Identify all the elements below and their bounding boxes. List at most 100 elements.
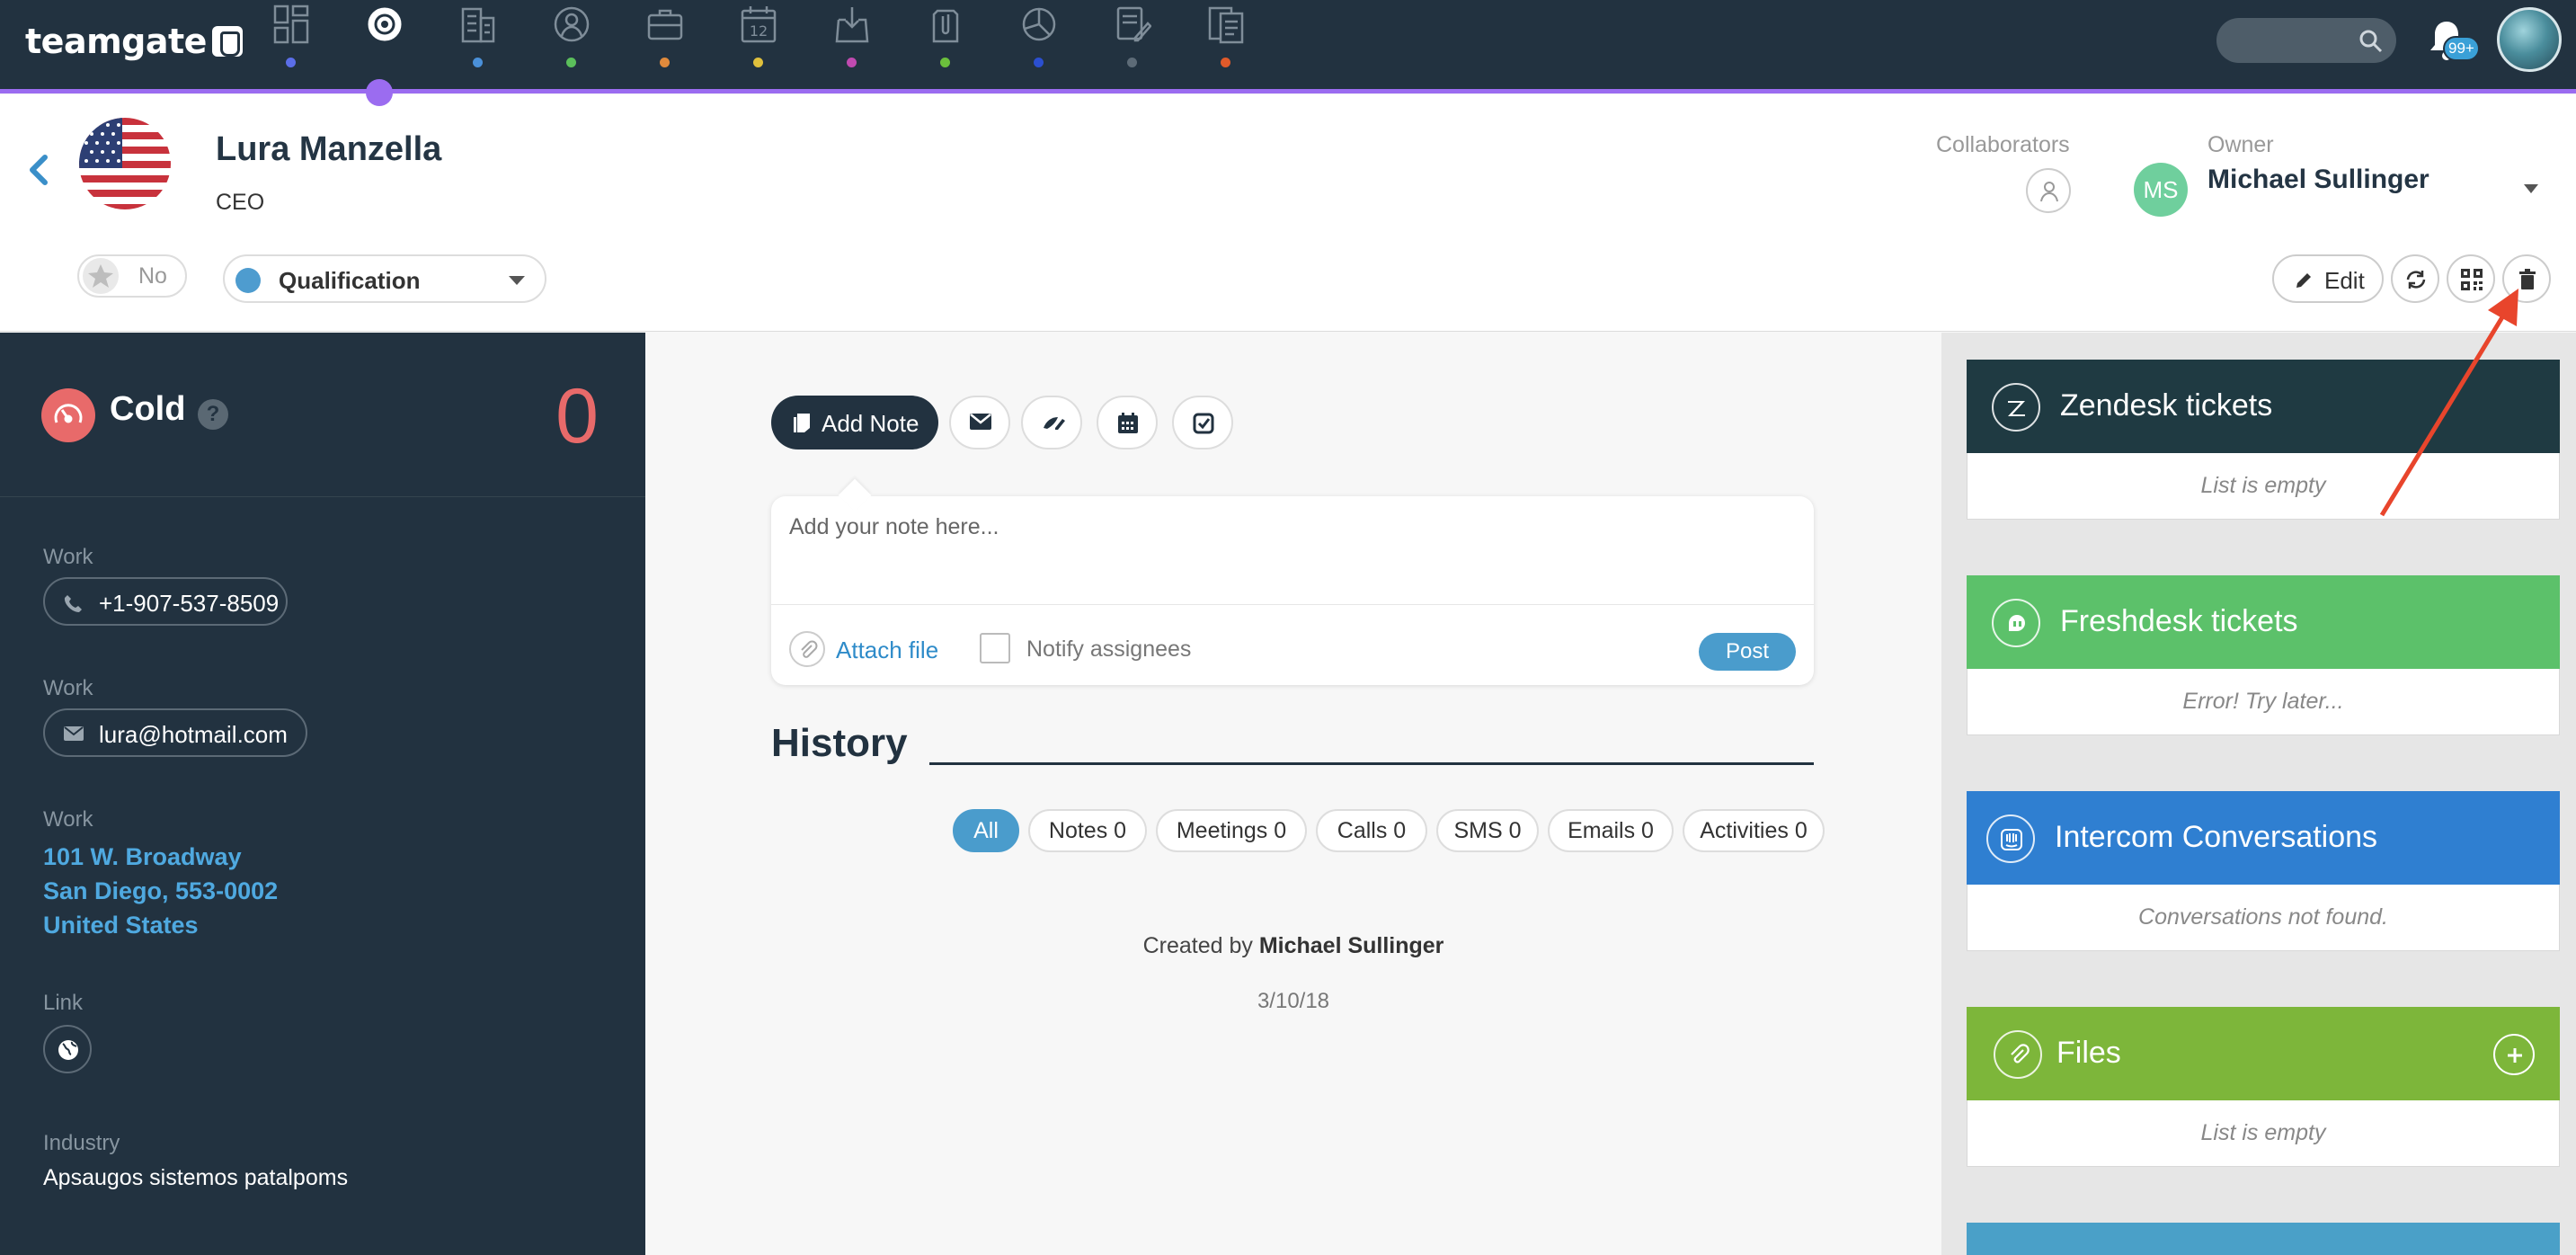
- attach-file-label: Attach file: [836, 636, 939, 663]
- active-module-indicator: [366, 79, 393, 106]
- sync-button[interactable]: [2391, 254, 2439, 303]
- mail-icon: [64, 726, 84, 741]
- post-button[interactable]: Post: [1699, 633, 1796, 671]
- stage-value: Qualification: [279, 267, 421, 294]
- delete-button[interactable]: [2502, 254, 2551, 303]
- filter-calls[interactable]: Calls 0: [1316, 809, 1427, 852]
- edit-button[interactable]: Edit: [2272, 254, 2384, 303]
- nav-companies[interactable]: [446, 0, 509, 90]
- nav-reports[interactable]: [1007, 0, 1070, 90]
- address-line: San Diego, 553-0002: [43, 877, 279, 904]
- star-icon: [83, 258, 119, 294]
- plus-icon: [2508, 1048, 2522, 1063]
- star-toggle[interactable]: No: [77, 254, 187, 298]
- contact-name: Lura Manzella: [216, 130, 442, 168]
- website-link-button[interactable]: [43, 1025, 92, 1073]
- nav-deals[interactable]: [633, 0, 696, 90]
- logo-hand-icon: [211, 26, 243, 57]
- freshdesk-widget-header[interactable]: Freshdesk tickets: [1967, 575, 2560, 669]
- globe-icon: [58, 1040, 78, 1060]
- add-task-button[interactable]: [1172, 396, 1233, 449]
- nav-inbox[interactable]: [820, 0, 883, 90]
- owner-dropdown-chevron-icon[interactable]: [2524, 184, 2538, 193]
- stage-select[interactable]: Qualification: [223, 254, 546, 303]
- activity-center: Add Note Attach file Notify assignees Po…: [645, 333, 1941, 1255]
- filter-all[interactable]: All: [953, 809, 1019, 852]
- nav-notes[interactable]: [1100, 0, 1163, 90]
- nav-dot: [940, 58, 950, 67]
- inbox-icon: [835, 7, 869, 43]
- history-title: History: [771, 721, 908, 765]
- zendesk-widget-header[interactable]: Zendesk tickets: [1967, 360, 2560, 453]
- note-textarea[interactable]: [789, 514, 1787, 577]
- mail-icon: [970, 414, 991, 430]
- address-link[interactable]: 101 W. Broadway San Diego, 553-0002 Unit…: [43, 840, 278, 942]
- svg-text:12: 12: [750, 22, 768, 40]
- add-note-button[interactable]: Add Note: [771, 396, 938, 449]
- filter-activities[interactable]: Activities 0: [1683, 809, 1825, 852]
- nav-dot: [286, 58, 296, 67]
- reports-pie-icon: [1022, 7, 1056, 41]
- stage-color-dot: [235, 268, 261, 293]
- log-call-button[interactable]: [1021, 396, 1082, 449]
- target-icon: [368, 7, 402, 41]
- add-note-label: Add Note: [822, 410, 919, 437]
- zendesk-widget: Zendesk tickets List is empty: [1967, 360, 2560, 520]
- filter-emails[interactable]: Emails 0: [1548, 809, 1674, 852]
- email-address: lura@hotmail.com: [99, 721, 288, 748]
- composer-divider: [771, 604, 1814, 605]
- back-chevron-icon[interactable]: [25, 152, 52, 188]
- filter-meetings[interactable]: Meetings 0: [1156, 809, 1307, 852]
- help-icon[interactable]: ?: [198, 399, 228, 430]
- nav-dashboard[interactable]: [259, 0, 322, 90]
- intercom-widget: Intercom Conversations Conversations not…: [1967, 791, 2560, 951]
- brand-logo[interactable]: teamgate: [25, 22, 243, 61]
- next-widget-header[interactable]: [1967, 1223, 2560, 1255]
- email-label: Work: [43, 676, 93, 700]
- files-widget: Files List is empty: [1967, 1007, 2560, 1167]
- nav-calendar[interactable]: 12: [726, 0, 789, 90]
- intercom-widget-header[interactable]: Intercom Conversations: [1967, 791, 2560, 885]
- add-file-button[interactable]: [2493, 1034, 2535, 1075]
- nav-files[interactable]: [913, 0, 976, 90]
- notification-count-badge: 99+: [2443, 36, 2480, 61]
- owner-name[interactable]: Michael Sullinger: [2207, 165, 2429, 195]
- global-search-input[interactable]: [2216, 18, 2396, 63]
- contact-header: Lura Manzella CEO No Qualification Colla…: [0, 94, 2576, 332]
- filter-notes[interactable]: Notes 0: [1028, 809, 1147, 852]
- qr-code-button[interactable]: [2447, 254, 2495, 303]
- nav-dot: [753, 58, 763, 67]
- created-date: 3/10/18: [1257, 989, 1330, 1013]
- owner-avatar: MS: [2134, 163, 2188, 217]
- nav-dot: [660, 58, 670, 67]
- brand-name: teamgate: [25, 22, 207, 61]
- send-email-button[interactable]: [949, 396, 1010, 449]
- link-label: Link: [43, 991, 84, 1015]
- files-icon: [932, 9, 959, 43]
- zendesk-icon: [1992, 383, 2040, 432]
- refresh-icon: [2406, 271, 2426, 289]
- filter-sms[interactable]: SMS 0: [1436, 809, 1539, 852]
- history-divider: [929, 762, 1814, 765]
- add-collaborator-button[interactable]: [2026, 168, 2071, 213]
- note-composer: Attach file Notify assignees Post: [771, 496, 1814, 685]
- calendar-icon: [1118, 413, 1138, 433]
- user-avatar[interactable]: [2497, 7, 2562, 72]
- files-widget-header[interactable]: Files: [1967, 1007, 2560, 1100]
- email-pill[interactable]: lura@hotmail.com: [43, 708, 307, 757]
- nav-leads[interactable]: [352, 0, 415, 90]
- paperclip-icon: [1994, 1030, 2042, 1079]
- pencil-icon: [2296, 273, 2311, 288]
- schedule-meeting-button[interactable]: [1097, 396, 1158, 449]
- freshdesk-icon: [1992, 599, 2040, 647]
- add-user-icon: [2040, 182, 2058, 202]
- nav-forms[interactable]: [1194, 0, 1257, 90]
- phone-pill[interactable]: +1-907-537-8509: [43, 577, 288, 626]
- dashboard-icon: [273, 4, 309, 44]
- created-by-prefix: Created by: [1142, 933, 1253, 958]
- checkbox[interactable]: [980, 633, 1010, 663]
- search-icon: [2359, 30, 2383, 53]
- created-by-user[interactable]: Michael Sullinger: [1259, 933, 1444, 958]
- phone-pen-icon: [1044, 417, 1065, 430]
- nav-people[interactable]: [539, 0, 602, 90]
